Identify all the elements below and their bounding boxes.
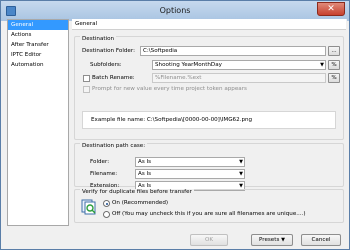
path-case-folder-select[interactable]: As Is ▼: [135, 157, 245, 167]
batch-rename-label[interactable]: Batch Rename:: [92, 75, 135, 81]
title-bar[interactable]: Options ✕: [1, 1, 349, 21]
chevron-down-icon: ▼: [281, 237, 285, 243]
subfolders-select[interactable]: Shooting YearMonthDay ▼: [152, 60, 326, 70]
path-case-filename-select[interactable]: As Is ▼: [135, 169, 245, 179]
cancel-button[interactable]: Cancel: [301, 234, 341, 246]
path-case-filename-label: Filename:: [90, 171, 118, 177]
sidebar-item-actions[interactable]: Actions: [8, 30, 68, 40]
batch-rename-input[interactable]: %Filename.%ext: [152, 73, 326, 83]
chevron-down-icon: ▼: [239, 159, 243, 165]
path-case-filename-value: As Is: [138, 171, 152, 177]
verify-group: Verify for duplicate files before transf…: [74, 189, 344, 223]
batch-rename-token-button[interactable]: %: [328, 73, 340, 83]
chevron-down-icon: ▼: [239, 171, 243, 177]
batch-rename-value: %Filename.%ext: [155, 75, 202, 81]
ok-button[interactable]: OK: [190, 234, 228, 246]
presets-button[interactable]: Presets ▼: [251, 234, 293, 246]
destination-group-label: Destination: [80, 36, 117, 42]
path-case-group-label: Destination path case:: [80, 143, 148, 149]
subfolders-label: Subfolders:: [90, 62, 122, 68]
sidebar-item-after-transfer[interactable]: After Transfer: [8, 40, 68, 50]
duplicate-check-icon: [81, 199, 96, 215]
verify-off-radio[interactable]: [103, 211, 110, 218]
path-case-group: Destination path case: Folder: As Is ▼ F…: [74, 143, 344, 191]
close-button[interactable]: ✕: [317, 2, 345, 16]
browse-folder-button[interactable]: ...: [328, 46, 340, 56]
options-window: Options ✕ General Actions After Transfer…: [0, 0, 350, 250]
verify-on-radio[interactable]: [103, 200, 110, 207]
verify-group-label: Verify for duplicate files before transf…: [80, 189, 194, 195]
destination-folder-label: Destination Folder:: [82, 48, 135, 54]
destination-folder-input[interactable]: C:\Softpedia: [140, 46, 326, 56]
prompt-label[interactable]: Prompt for new value every time project …: [92, 86, 247, 92]
window-title: Options: [159, 6, 191, 15]
verify-on-label[interactable]: On (Recommended): [112, 200, 168, 206]
chevron-down-icon: ▼: [320, 62, 324, 68]
destination-folder-value: C:\Softpedia: [143, 48, 178, 54]
path-case-folder-label: Folder:: [90, 159, 110, 165]
sidebar-item-automation[interactable]: Automation: [8, 60, 68, 70]
destination-group: Destination Destination Folder: C:\Softp…: [74, 36, 344, 140]
example-filename-box: Example file name: C:\Softpedia\[0000-00…: [82, 111, 336, 129]
verify-off-label[interactable]: Off (You may uncheck this if you are sur…: [112, 211, 306, 217]
sidebar-item-iptc-editor[interactable]: IPTC Editor: [8, 50, 68, 60]
sidebar: General Actions After Transfer IPTC Edit…: [7, 19, 69, 226]
example-filename-text: Example file name: C:\Softpedia\[0000-00…: [91, 117, 253, 123]
prompt-checkbox[interactable]: [83, 86, 90, 93]
presets-label: Presets: [259, 237, 280, 243]
batch-rename-checkbox[interactable]: [83, 75, 90, 82]
sidebar-item-general[interactable]: General: [8, 20, 68, 30]
subfolders-token-button[interactable]: %: [328, 60, 340, 70]
main-panel: General Destination Destination Folder: …: [72, 19, 347, 226]
subfolders-value: Shooting YearMonthDay: [155, 62, 222, 68]
panel-title: General: [72, 19, 346, 30]
path-case-folder-value: As Is: [138, 159, 152, 165]
